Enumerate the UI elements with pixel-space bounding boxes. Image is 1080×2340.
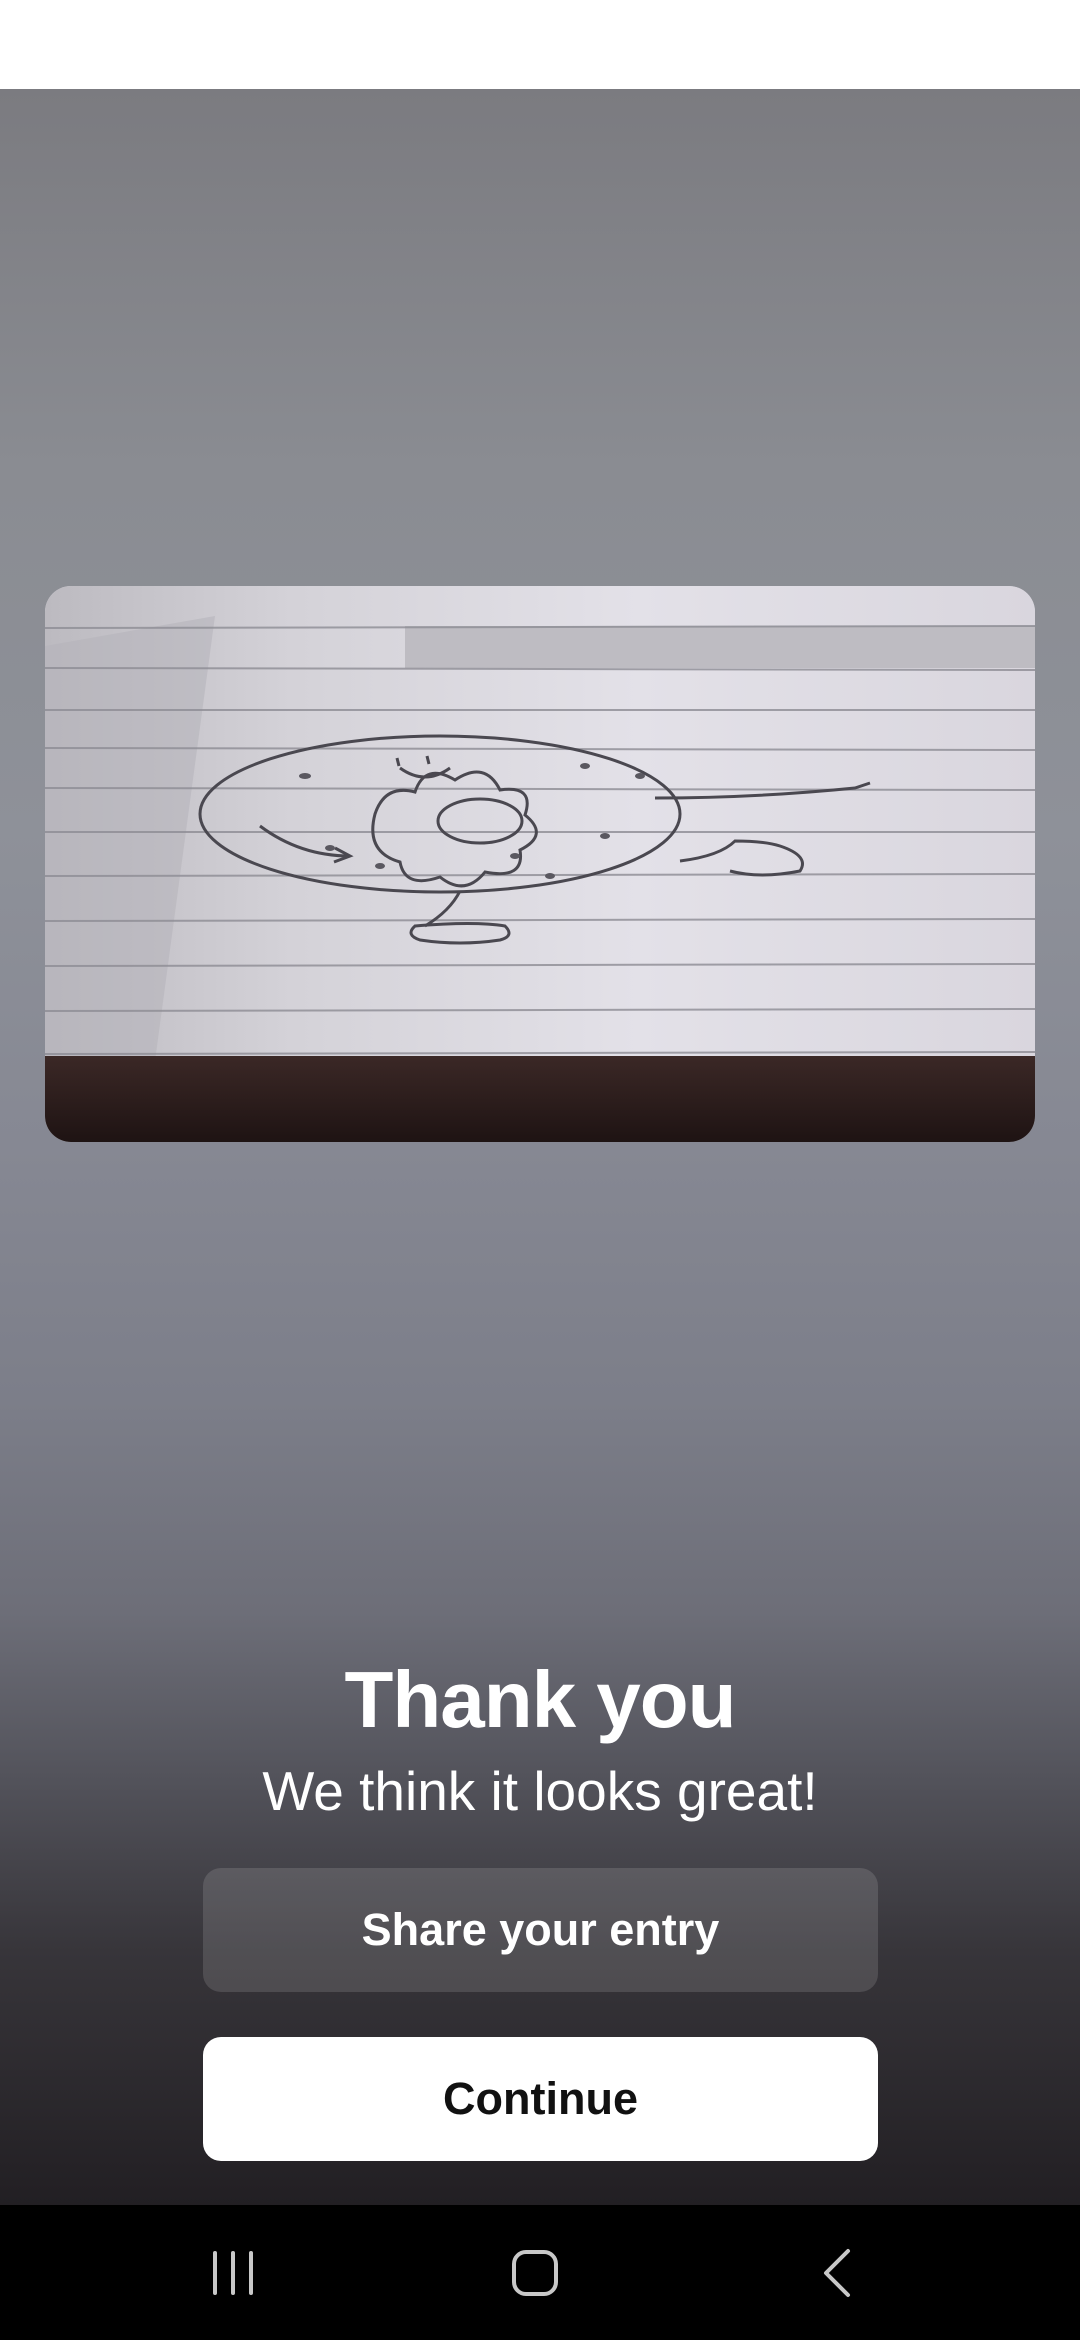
status-bar: [0, 0, 1080, 89]
home-button[interactable]: [455, 2205, 615, 2340]
continue-button[interactable]: Continue: [203, 2037, 878, 2161]
thank-you-title: Thank you: [344, 1655, 736, 1744]
back-icon: [824, 2248, 850, 2297]
share-entry-button[interactable]: Share your entry: [203, 1868, 878, 1992]
recents-icon: [213, 2250, 253, 2295]
thank-you-screen: Thank you We think it looks great! Share…: [0, 89, 1080, 2205]
recents-button[interactable]: [153, 2205, 313, 2340]
thank-you-subtitle: We think it looks great!: [262, 1760, 818, 1822]
submitted-photo: [45, 586, 1035, 1142]
system-navigation-bar: [0, 2205, 1080, 2340]
back-button[interactable]: [758, 2205, 918, 2340]
home-icon: [512, 2249, 558, 2296]
